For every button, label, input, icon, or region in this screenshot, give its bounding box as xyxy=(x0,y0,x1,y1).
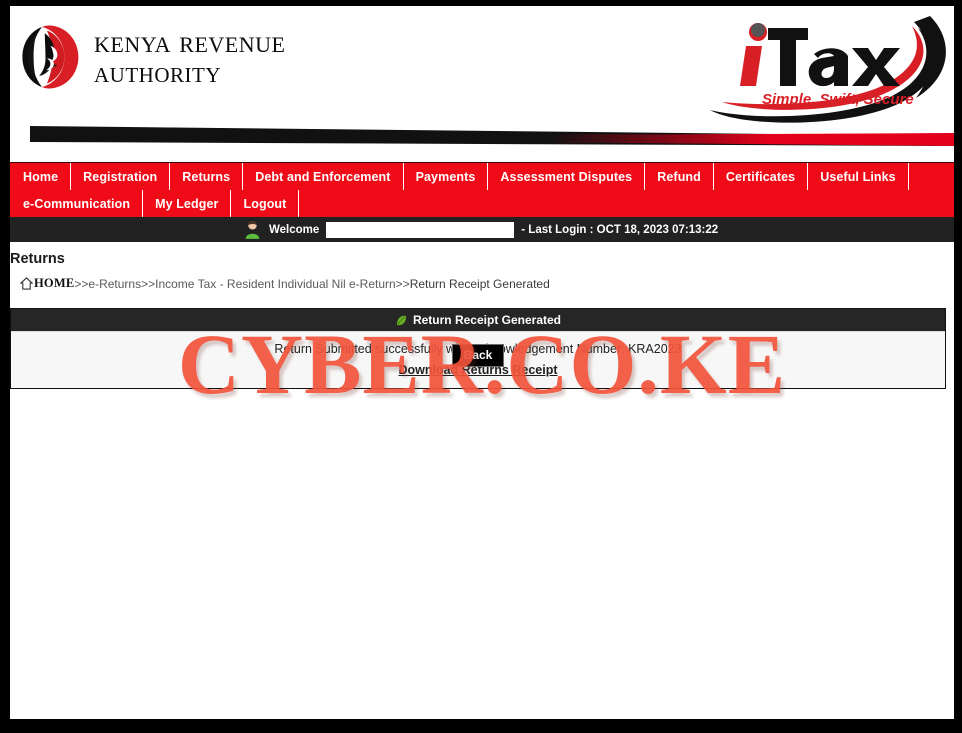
back-button[interactable]: Back xyxy=(451,344,505,367)
last-login-text: - Last Login : OCT 18, 2023 07:13:22 xyxy=(521,223,719,236)
nav-item-refund[interactable]: Refund xyxy=(645,163,714,190)
main-content: Returns HOME >> e-Returns >> Income Tax … xyxy=(10,242,954,719)
nav-item-useful-links[interactable]: Useful Links xyxy=(808,163,909,190)
nav-item-registration[interactable]: Registration xyxy=(71,163,171,190)
nav-row-secondary: e-Communication My Ledger Logout xyxy=(10,190,954,217)
nav-row-primary: Home Registration Returns Debt and Enfor… xyxy=(10,163,954,190)
welcome-bar: Welcome - Last Login : OCT 18, 2023 07:1… xyxy=(10,217,954,242)
breadcrumb-item-nil-ereturn[interactable]: Income Tax - Resident Individual Nil e-R… xyxy=(155,277,396,291)
breadcrumb-separator-2: >> xyxy=(141,276,156,291)
itax-logo: Simple, Swift, Secure xyxy=(710,16,946,123)
breadcrumb: HOME >> e-Returns >> Income Tax - Reside… xyxy=(20,276,954,291)
receipt-panel-title: Return Receipt Generated xyxy=(412,313,562,327)
nav-item-certificates[interactable]: Certificates xyxy=(714,163,809,190)
page-title: Returns xyxy=(10,251,65,267)
receipt-panel-header: Return Receipt Generated xyxy=(11,309,945,331)
svg-text:Simple, Swift, Secure: Simple, Swift, Secure xyxy=(762,91,914,108)
nav-item-debt-and-enforcement[interactable]: Debt and Enforcement xyxy=(243,163,404,190)
nav-spacer-secondary xyxy=(299,190,954,217)
breadcrumb-separator-3: >> xyxy=(395,276,410,291)
nav-item-returns[interactable]: Returns xyxy=(170,163,244,190)
nav-item-e-communication[interactable]: e-Communication xyxy=(10,190,144,217)
nav-item-assessment-disputes[interactable]: Assessment Disputes xyxy=(488,163,646,190)
username-redacted-field xyxy=(326,221,515,238)
header-decorative-stripe xyxy=(30,126,954,146)
page-content-area: Kenya Revenue Authority Simple, xyxy=(10,6,954,719)
lion-head-icon xyxy=(16,24,82,90)
home-icon xyxy=(20,277,33,290)
welcome-label: Welcome xyxy=(269,223,320,236)
site-header: Kenya Revenue Authority Simple, xyxy=(10,6,954,162)
kra-wordmark-line2: Authority xyxy=(94,55,221,89)
page-frame: Kenya Revenue Authority Simple, xyxy=(0,0,962,733)
nav-item-my-ledger[interactable]: My Ledger xyxy=(143,190,232,217)
breadcrumb-item-e-returns[interactable]: e-Returns xyxy=(88,277,141,291)
green-leaf-icon xyxy=(396,315,407,325)
kra-wordmark: Kenya Revenue Authority xyxy=(94,26,285,88)
nav-spacer-primary xyxy=(909,163,954,190)
breadcrumb-separator-1: >> xyxy=(74,276,89,291)
kra-wordmark-line1: Kenya Revenue xyxy=(94,23,286,59)
nav-item-home[interactable]: Home xyxy=(10,163,72,190)
back-button-row: Back xyxy=(10,344,946,367)
nav-item-logout[interactable]: Logout xyxy=(231,190,300,217)
main-navigation: Home Registration Returns Debt and Enfor… xyxy=(10,162,954,217)
breadcrumb-current: Return Receipt Generated xyxy=(409,276,550,291)
nav-item-payments[interactable]: Payments xyxy=(404,163,489,190)
breadcrumb-home[interactable]: HOME xyxy=(34,276,74,291)
welcome-inner: Welcome - Last Login : OCT 18, 2023 07:1… xyxy=(244,220,718,239)
user-avatar-icon xyxy=(245,221,260,239)
kra-brand-logo: Kenya Revenue Authority xyxy=(14,20,285,94)
